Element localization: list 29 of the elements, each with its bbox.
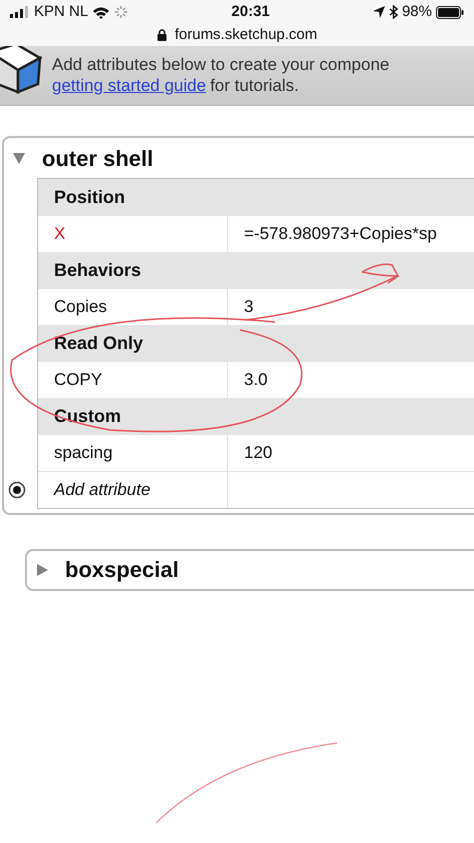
attribute-name: spacing bbox=[38, 434, 228, 471]
battery-icon bbox=[436, 6, 464, 18]
section-header: Read Only bbox=[38, 325, 474, 362]
attribute-value: 3 bbox=[243, 296, 254, 318]
attribute-value: 3.0 bbox=[243, 369, 268, 391]
collapse-triangle-icon[interactable] bbox=[12, 151, 26, 165]
clock-time: 20:31 bbox=[231, 2, 270, 22]
panel-title: outer shell bbox=[42, 144, 154, 172]
wifi-icon bbox=[92, 6, 110, 18]
radio-icon bbox=[8, 480, 26, 499]
loading-spinner-icon bbox=[114, 5, 128, 19]
banner-text: for tutorials. bbox=[210, 76, 299, 96]
panel-title: boxspecial bbox=[65, 556, 179, 584]
attribute-value: =-578.980973+Copies*sp bbox=[243, 223, 437, 245]
carrier-name: KPN NL bbox=[34, 2, 88, 22]
lock-icon bbox=[156, 29, 167, 41]
banner-text: Add attributes below to create your compone bbox=[52, 55, 390, 76]
attribute-value: 120 bbox=[243, 442, 272, 464]
location-arrow-icon bbox=[372, 6, 385, 18]
section-header: Custom bbox=[38, 398, 474, 434]
battery-percent: 98% bbox=[402, 2, 432, 22]
bluetooth-icon bbox=[388, 5, 398, 19]
section-header: Position bbox=[38, 179, 474, 216]
add-attribute-link[interactable]: Add attribute bbox=[38, 472, 228, 508]
page-url: forums.sketchup.com bbox=[174, 24, 318, 45]
guide-link[interactable]: getting started guide bbox=[52, 76, 206, 96]
signal-icon bbox=[10, 6, 30, 18]
expand-triangle-icon[interactable] bbox=[35, 562, 49, 576]
section-header: Behaviors bbox=[38, 252, 474, 288]
